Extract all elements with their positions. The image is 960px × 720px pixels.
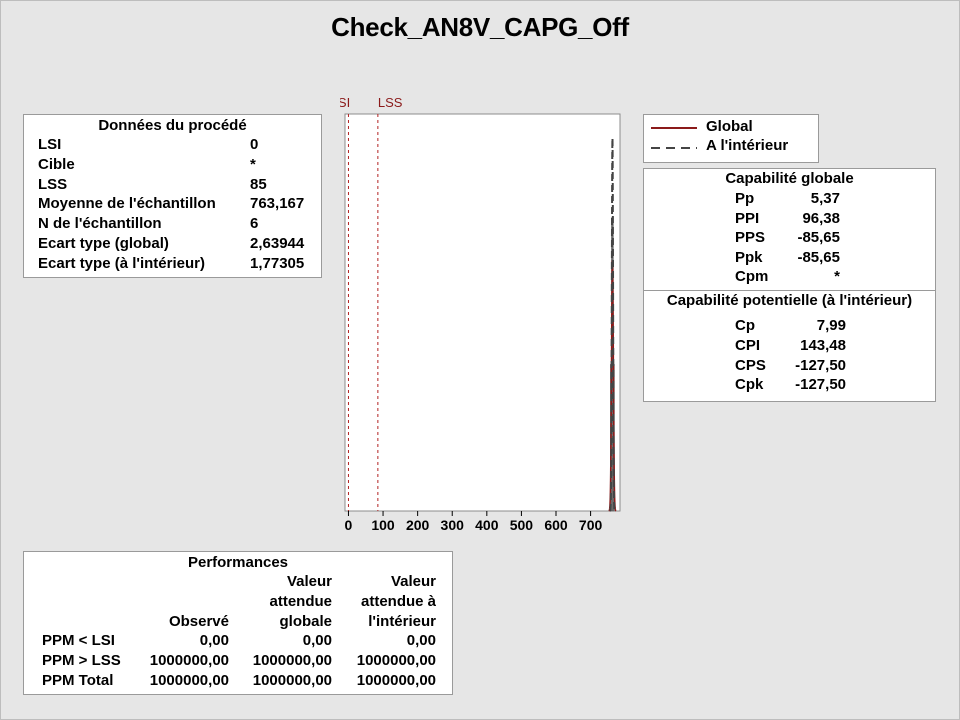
potential-cap-value: 143,48 (800, 336, 846, 354)
overall-cap-value: -85,65 (797, 248, 840, 266)
performance-panel: Performances Observé Valeur attendue global… (23, 551, 453, 695)
performance-col-header: l'intérieur (368, 612, 436, 630)
process-row-value: 85 (250, 175, 267, 193)
legend-within-label: A l'intérieur (706, 137, 789, 154)
potential-capability-header: Capabilité potentielle (à l'intérieur) (666, 292, 913, 309)
x-tick-label: 100 (371, 517, 395, 533)
x-tick-label: 0 (345, 517, 353, 533)
performance-col-header: Valeur (286, 573, 332, 590)
capability-histogram: LSI LSS 0 100 200 300 400 500 600 700 (340, 90, 630, 540)
capability-panel: Capabilité globale Capabilité potentiell… (643, 168, 936, 402)
performance-col-header: attendue (269, 592, 332, 610)
x-tick-label: 600 (544, 517, 568, 533)
performance-cell: 1000000,00 (356, 651, 436, 669)
performance-cell: 1000000,00 (252, 651, 332, 669)
overall-cap-label: PPI (735, 209, 760, 227)
process-row-label: LSI (38, 136, 62, 153)
overall-cap-value: * (834, 268, 840, 286)
potential-cap-value: -127,50 (795, 356, 846, 374)
capability-divider (644, 290, 935, 291)
performance-col-header: Valeur (390, 573, 436, 590)
performance-cell: 1000000,00 (356, 671, 436, 689)
process-row-label: Moyenne de l'échantillon (38, 195, 216, 213)
overall-cap-label: PPS (735, 229, 766, 247)
potential-cap-label: CPS (735, 356, 766, 374)
process-row-label: Cible (38, 155, 75, 173)
spec-label-lss: LSS (378, 95, 403, 110)
overall-cap-value: -85,65 (797, 229, 840, 247)
process-row-value: 1,77305 (250, 254, 305, 272)
process-row-label: LSS (38, 175, 68, 193)
performance-cell: 0,00 (406, 632, 436, 649)
performance-header: Performances (187, 554, 289, 571)
process-row-label: Ecart type (global) (38, 235, 169, 252)
potential-cap-label: Cp (735, 317, 755, 334)
plot-area (344, 113, 621, 512)
x-tick-label: 300 (441, 517, 465, 533)
process-data-header: Données du procédé (98, 117, 247, 134)
performance-row-label: PPM > LSS (42, 651, 121, 669)
overall-cap-label: Ppk (735, 248, 763, 266)
process-data-panel: Données du procédé LSI 0 Cible * LSS 85 Moyenn… (23, 114, 322, 278)
process-row-value: 6 (250, 215, 259, 233)
legend: Global A l'intérieur (643, 114, 819, 163)
overall-cap-label: Pp (735, 190, 755, 207)
performance-col-header: Observé (168, 612, 229, 630)
performance-col-header: globale (279, 612, 332, 630)
x-tick-label: 200 (406, 517, 430, 533)
legend-global-label: Global (706, 118, 753, 135)
process-row-value: 0 (250, 136, 259, 153)
performance-cell: 1000000,00 (149, 651, 229, 669)
spec-label-lsi: LSI (340, 95, 350, 110)
potential-cap-value: -127,50 (795, 376, 846, 394)
page-title: Check_AN8V_CAPG_Off (331, 12, 629, 42)
potential-cap-label: Cpk (735, 376, 764, 394)
x-tick-label: 500 (510, 517, 534, 533)
x-tick-label: 400 (475, 517, 499, 533)
performance-cell: 0,00 (199, 632, 229, 649)
overall-capability-header: Capabilité globale (725, 170, 854, 187)
process-row-value: 2,63944 (250, 235, 305, 252)
overall-cap-value: 5,37 (810, 190, 840, 207)
performance-cell: 1000000,00 (252, 671, 332, 689)
performance-row-label: PPM Total (42, 671, 114, 689)
performance-cell: 0,00 (302, 632, 332, 649)
x-tick-label: 700 (579, 517, 603, 533)
process-row-value: * (250, 155, 256, 173)
process-row-label: Ecart type (à l'intérieur) (38, 254, 205, 272)
performance-cell: 1000000,00 (149, 671, 229, 689)
potential-cap-label: CPI (735, 336, 761, 354)
process-row-label: N de l'échantillon (38, 215, 162, 233)
potential-cap-value: 7,99 (816, 317, 846, 334)
performance-col-header: attendue à (360, 592, 436, 610)
histogram-svg: LSI LSS 0 100 200 300 400 500 600 700 (340, 95, 621, 533)
legend-swatches (651, 127, 697, 149)
process-row-value: 763,167 (250, 195, 305, 213)
performance-row-label: PPM < LSI (42, 632, 115, 649)
overall-cap-value: 96,38 (802, 209, 840, 227)
